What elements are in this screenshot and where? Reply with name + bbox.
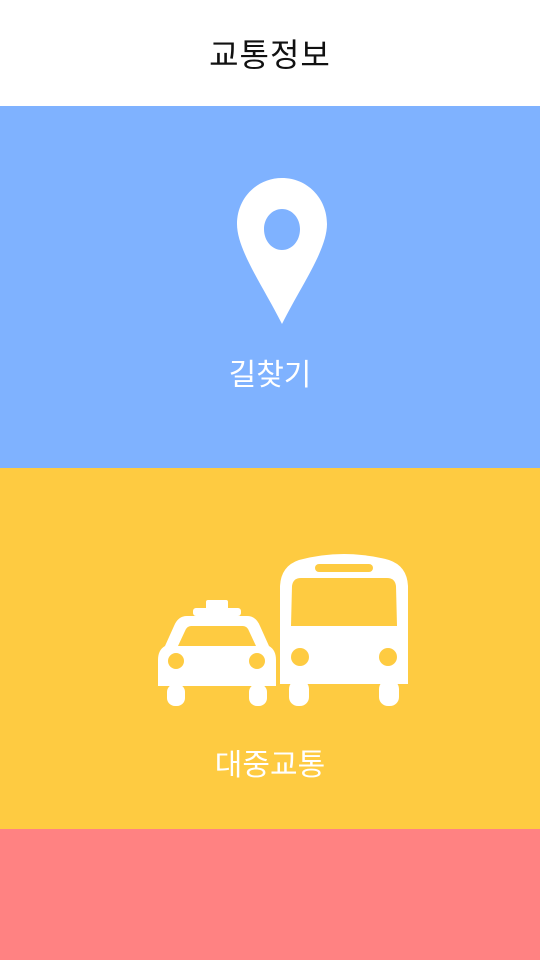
directions-tile[interactable]: 길찾기 (0, 106, 540, 468)
taxi-icon (158, 600, 276, 706)
bus-icon (280, 554, 408, 706)
directions-label: 길찾기 (228, 358, 312, 393)
public-transit-tile[interactable]: 대중교통 (0, 468, 540, 829)
page-title: 교통정보 (209, 36, 331, 74)
app-header: 교통정보 (0, 0, 540, 106)
third-menu-tile[interactable] (0, 829, 540, 960)
map-pin-icon (237, 178, 327, 324)
public-transit-label: 대중교통 (214, 748, 326, 783)
